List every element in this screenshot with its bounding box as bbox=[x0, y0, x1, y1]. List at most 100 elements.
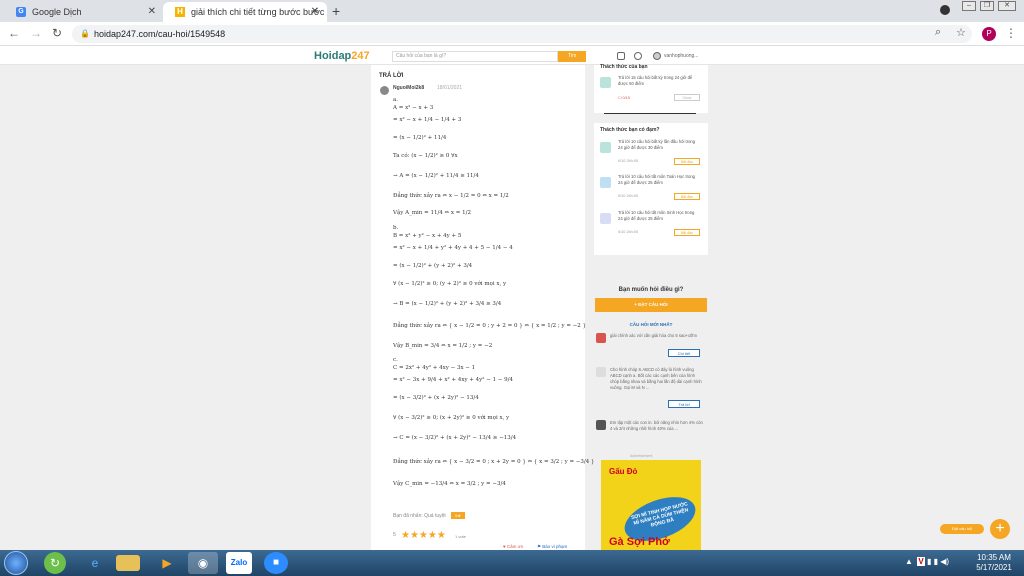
close-tab-icon[interactable]: ✕ bbox=[311, 6, 319, 17]
site-search-button[interactable]: Tìm bbox=[558, 51, 586, 62]
lock-icon: 🔒 bbox=[80, 29, 90, 38]
user-avatar[interactable] bbox=[653, 52, 661, 60]
ad-product: Gà Sợi Phở bbox=[609, 536, 670, 548]
start-challenge-button[interactable]: Bắt đầu bbox=[674, 229, 700, 236]
math-line: Vậy C_min = −13/4 ⇔ x = 3/2 ; y = −3/4 bbox=[393, 481, 506, 487]
logo-number: 247 bbox=[351, 50, 370, 62]
math-line: Đẳng thức xảy ra ⇔ { x − 3/2 = 0 ; x + 2… bbox=[393, 459, 595, 465]
close-tab-icon[interactable]: ✕ bbox=[148, 6, 156, 17]
math-line: = (x − 1/2)² + 11/4 bbox=[393, 135, 447, 141]
math-line: → A = (x − 1/2)² + 11/4 ≥ 11/4 bbox=[393, 173, 479, 179]
new-tab-plus-icon[interactable]: + bbox=[332, 3, 340, 19]
zoom-search-icon[interactable]: ⌕ bbox=[935, 26, 941, 39]
math-line: b. bbox=[393, 225, 399, 231]
browser-toolbar: ← → ↻ 🔒 hoidap247.com/cau-hoi/1549548 ⌕ … bbox=[0, 22, 1024, 46]
close-window-icon[interactable]: ✕ bbox=[998, 1, 1016, 11]
answer-panel: TRẢ LỜI NguoiMoi2k8 18/01/2021 a. A = x²… bbox=[371, 65, 595, 550]
chrome-icon[interactable]: ◉ bbox=[188, 552, 218, 574]
profile-avatar[interactable]: P bbox=[982, 27, 996, 41]
challenge-text: Trả lời 10 câu hỏi bất kỳ lần đầu hỏi tr… bbox=[618, 139, 696, 150]
rating-count: 5 bbox=[393, 532, 396, 538]
media-control-icon[interactable] bbox=[940, 5, 950, 15]
question-text[interactable]: Em tập một các con in. bỏi năng nhìn hơn… bbox=[610, 420, 704, 432]
browser-tab-bar: G Google Dịch ✕ H giải thích chi tiết từ… bbox=[0, 0, 1024, 22]
question-avatar bbox=[596, 333, 606, 343]
thanks-button[interactable]: ♥ Cảm ơn bbox=[503, 544, 523, 549]
start-challenge-button[interactable]: Bắt đầu bbox=[674, 193, 700, 200]
math-line: a. bbox=[393, 97, 399, 103]
start-button[interactable] bbox=[4, 551, 28, 575]
bookmark-star-icon[interactable]: ☆ bbox=[956, 26, 966, 39]
rating-stars[interactable]: ★★★★★ bbox=[401, 530, 446, 541]
author-avatar[interactable] bbox=[380, 86, 389, 95]
challenge-button[interactable]: Chưa bbox=[674, 94, 700, 101]
floating-ask-label[interactable]: Đặt câu hỏi bbox=[940, 524, 984, 534]
reload-icon[interactable]: ↻ bbox=[52, 26, 62, 40]
system-tray[interactable]: ▲ V ▮ ▮ ◀) bbox=[905, 557, 949, 566]
advertisement-banner[interactable]: Gấu Đỏ SỢI MÌ TINH HỌP NƯỚC MÌ NĂM CÀ DÙ… bbox=[601, 460, 701, 550]
tab-hoidap247[interactable]: H giải thích chi tiết từng bước bước ✕ bbox=[163, 2, 327, 22]
notification-icon[interactable] bbox=[634, 52, 642, 60]
logo-text: Hoidap bbox=[314, 50, 352, 62]
sidebar: Thách thức của bạn Trả lời 15 câu hỏi bấ… bbox=[594, 64, 708, 550]
question-text[interactable]: giải chính xác với cần giải hóa cho 5 sa… bbox=[610, 333, 704, 339]
math-line: B = x² + y² − x + 4y + 5 bbox=[393, 233, 462, 239]
math-line: A = x² − x + 3 bbox=[393, 105, 434, 111]
challenge-text: Trả lời 10 câu hỏi tất môn Sinh Học tron… bbox=[618, 210, 695, 221]
site-header: Hoidap247 Câu hỏi của bạn là gì? Tìm van… bbox=[0, 47, 1024, 65]
message-icon[interactable] bbox=[617, 52, 625, 60]
file-explorer-icon[interactable] bbox=[116, 555, 140, 571]
challenge-title-top: Thách thức của bạn bbox=[600, 64, 648, 70]
question-text[interactable]: Cho hình chóp S.ABCD có đáy là hình vuôn… bbox=[610, 367, 704, 391]
math-line: Ta có: (x − 1/2)² ≥ 0 ∀x bbox=[393, 153, 458, 159]
menu-dots-icon[interactable]: ⋮ bbox=[1005, 26, 1017, 40]
challenge-card-top: Thách thức của bạn Trả lời 15 câu hỏi bấ… bbox=[594, 64, 708, 114]
math-line: = x² − x + 1/4 − 1/4 + 3 bbox=[393, 117, 462, 123]
question-detail-button[interactable]: Chi tiết bbox=[668, 349, 700, 357]
challenge-text: Trả lời 10 câu hỏi tất môn Toán Học tron… bbox=[618, 174, 695, 185]
math-line: Vậy B_min = 3/4 ⇔ x = 1/2 ; y = −2 bbox=[393, 343, 493, 349]
utorrent-icon[interactable]: ↻ bbox=[44, 552, 66, 574]
back-arrow-icon[interactable]: ← bbox=[8, 26, 20, 40]
ask-heading: Bạn muốn hỏi điều gì? bbox=[618, 287, 684, 293]
site-search-input[interactable]: Câu hỏi của bạn là gì? bbox=[392, 51, 558, 62]
maximize-icon[interactable]: ❐ bbox=[980, 1, 994, 11]
vietkey-icon[interactable]: V bbox=[917, 557, 925, 566]
challenge-text: Trả lời 15 câu hỏi bất kỳ trong 24 giờ đ… bbox=[618, 75, 693, 86]
hoidap-favicon-icon: H bbox=[175, 7, 185, 17]
ask-question-button[interactable]: + ĐẶT CÂU HỎI bbox=[595, 298, 707, 312]
question-answer-button[interactable]: Trả lời bbox=[668, 400, 700, 408]
math-line: c. bbox=[393, 357, 398, 363]
forward-arrow-icon[interactable]: → bbox=[30, 26, 42, 40]
challenge-icon bbox=[600, 177, 611, 188]
zoom-icon[interactable]: ■ bbox=[264, 552, 288, 574]
tab-google-translate[interactable]: G Google Dịch ✕ bbox=[4, 2, 164, 22]
site-logo[interactable]: Hoidap247 bbox=[314, 50, 370, 62]
start-challenge-button[interactable]: Bắt đầu bbox=[674, 158, 700, 165]
question-avatar bbox=[596, 367, 606, 377]
windows-taskbar: ↻ e ▶ ◉ Zalo ■ ▲ V ▮ ▮ ◀) 10:35 AM 5/17/… bbox=[0, 550, 1024, 576]
math-line: Đẳng thức xảy ra ⇔ { x − 1/2 = 0 ; y + 2… bbox=[393, 323, 587, 329]
math-line: Vậy A_min = 11/4 ⇔ x = 1/2 bbox=[393, 210, 471, 216]
reaction-label: Bạn đã nhấn: Quá tuyệt bbox=[393, 513, 446, 519]
internet-explorer-icon[interactable]: e bbox=[80, 552, 110, 574]
divider bbox=[604, 113, 696, 114]
taskbar-clock[interactable]: 10:35 AM 5/17/2021 bbox=[968, 553, 1020, 573]
challenge-icon bbox=[600, 142, 611, 153]
math-line: → C = (x − 3/2)² + (x + 2y)² − 13/4 ≥ −1… bbox=[393, 435, 517, 441]
zalo-icon[interactable]: Zalo bbox=[226, 552, 252, 574]
author-name[interactable]: NguoiMoi2k8 bbox=[393, 85, 424, 91]
ad-brand: Gấu Đỏ bbox=[609, 467, 638, 476]
math-line: ∀ (x − 1/2)² ≥ 0; (y + 2)² ≥ 0 với mọi x… bbox=[393, 281, 507, 287]
challenge-icon bbox=[600, 213, 611, 224]
page-viewport: Hoidap247 Câu hỏi của bạn là gì? Tìm van… bbox=[0, 47, 1024, 550]
new-questions-title: CÂU HỎI MỚI NHẤT bbox=[629, 322, 673, 327]
challenge-icon bbox=[600, 77, 611, 88]
username[interactable]: vanhophuong... bbox=[664, 53, 698, 59]
media-player-icon[interactable]: ▶ bbox=[152, 552, 182, 574]
answer-date: 18/01/2021 bbox=[437, 85, 463, 91]
address-bar[interactable]: 🔒 hoidap247.com/cau-hoi/1549548 bbox=[72, 25, 972, 43]
challenge-meta: ☐ 0/15 bbox=[618, 96, 630, 100]
minimize-icon[interactable]: – bbox=[962, 1, 976, 11]
floating-add-button[interactable]: + bbox=[990, 519, 1010, 539]
